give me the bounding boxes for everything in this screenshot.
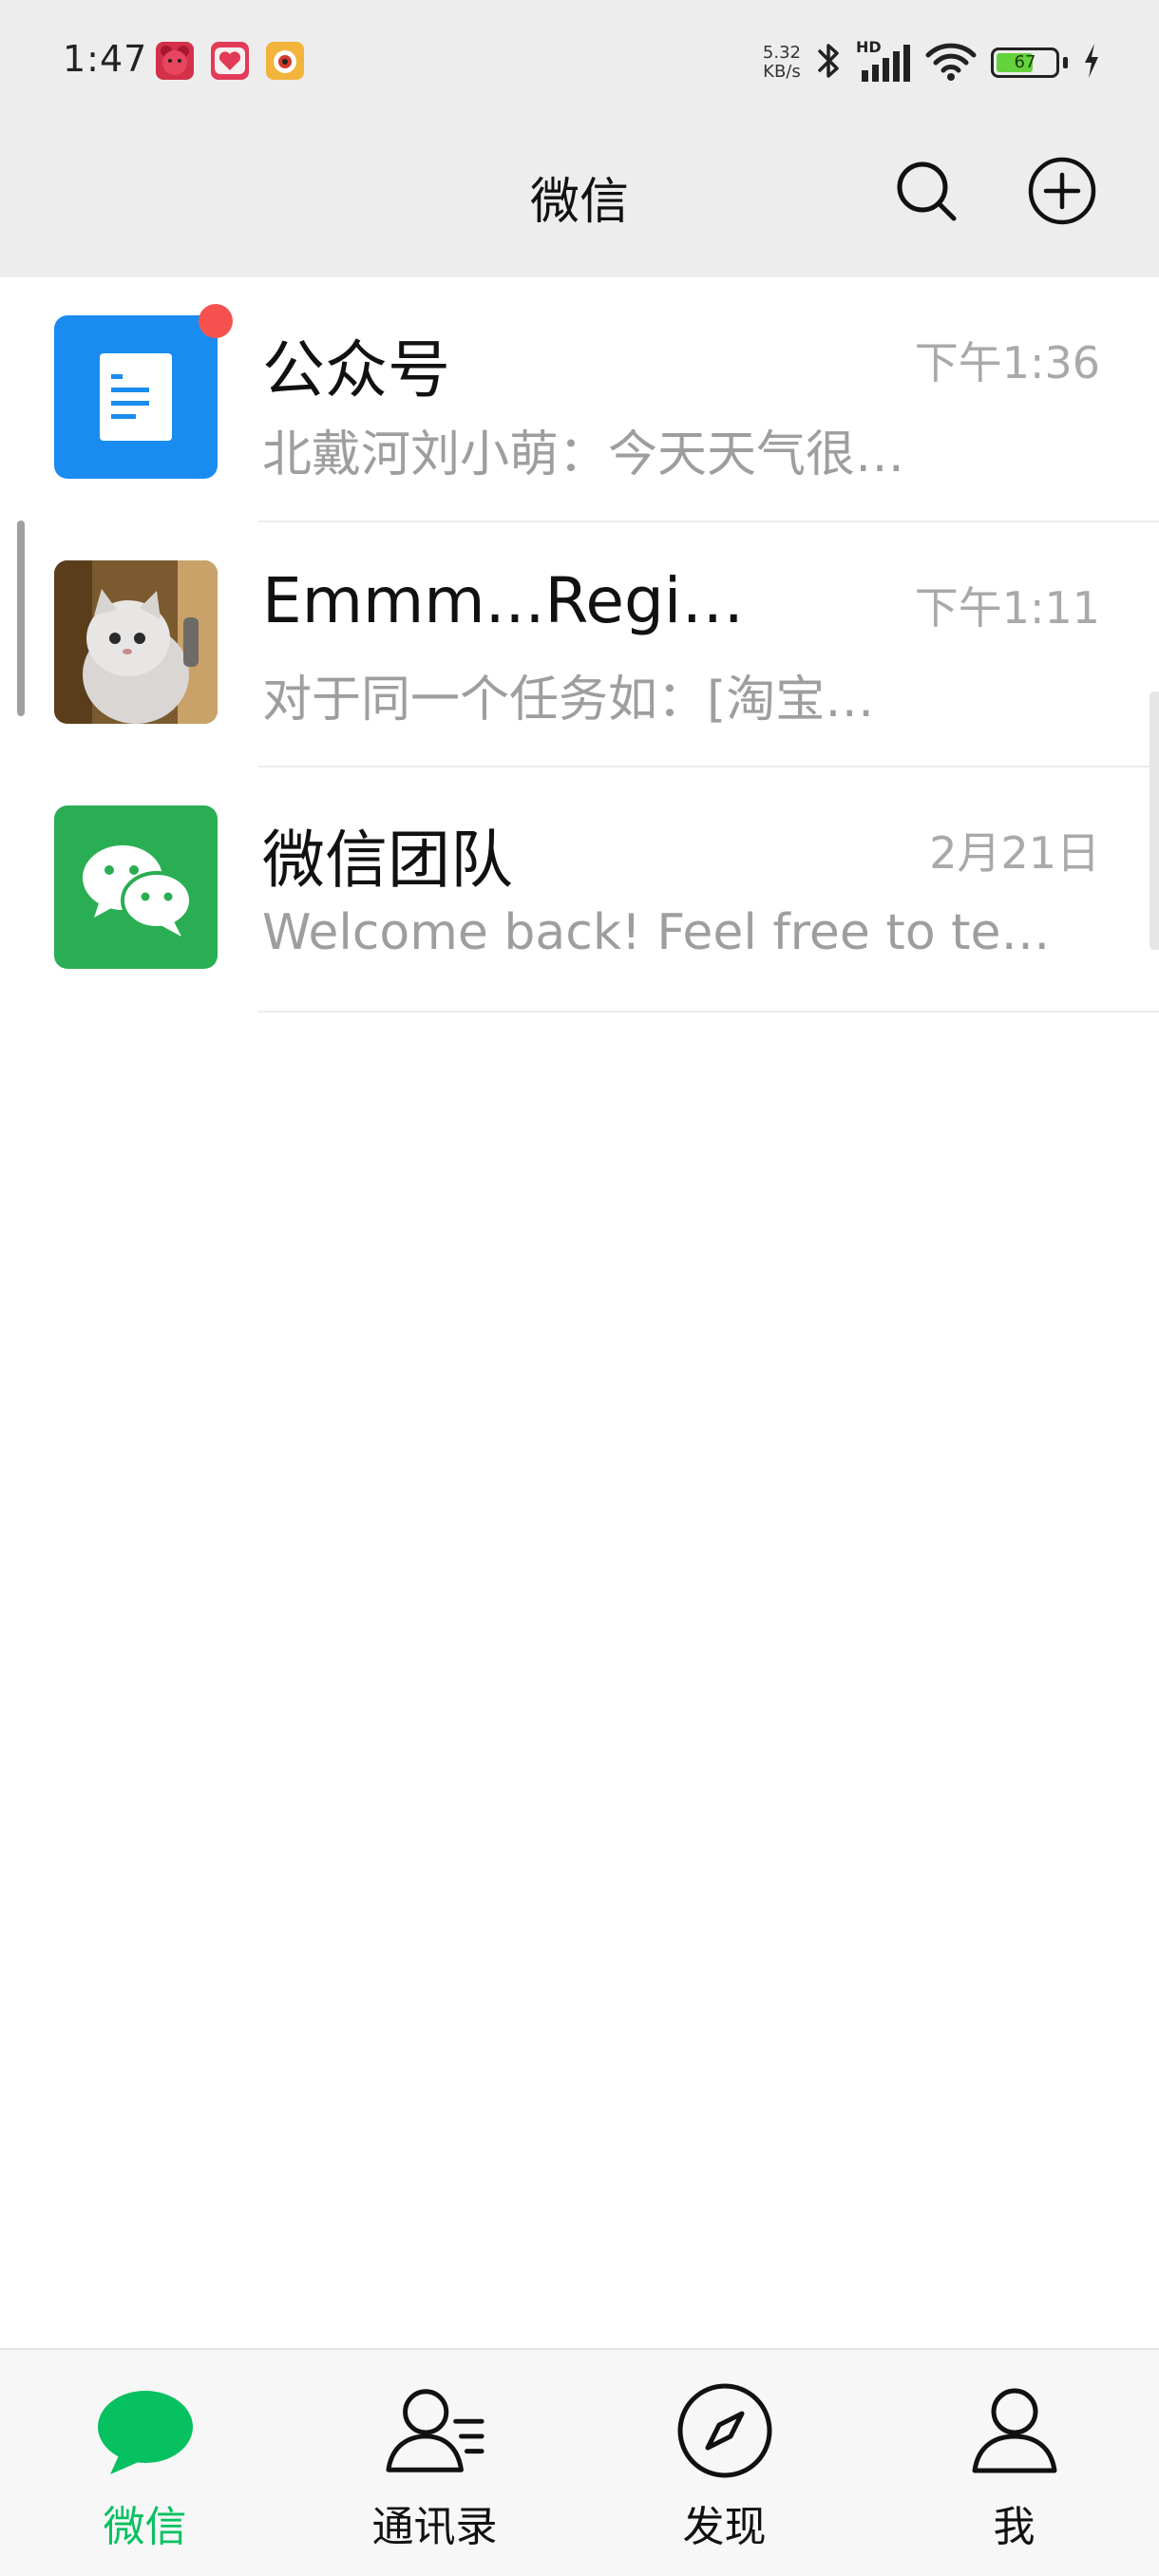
tab-label: 微信 bbox=[103, 2503, 187, 2551]
right-scroll-indicator bbox=[1150, 691, 1159, 950]
left-scroll-indicator bbox=[17, 521, 25, 716]
tab-contacts[interactable]: 通讯录 bbox=[290, 2350, 580, 2576]
avatar bbox=[54, 560, 218, 724]
wechat-logo-icon bbox=[54, 805, 218, 969]
battery-level: 67 bbox=[1014, 52, 1036, 72]
tab-chats[interactable]: 微信 bbox=[0, 2350, 290, 2576]
avatar bbox=[54, 805, 218, 969]
person-icon bbox=[962, 2378, 1067, 2483]
compass-icon bbox=[673, 2378, 777, 2483]
heart-app-icon bbox=[211, 42, 249, 80]
network-speed-value: 5.32 bbox=[762, 43, 801, 63]
chat-bubble-icon bbox=[93, 2378, 198, 2483]
tab-discover[interactable]: 发现 bbox=[580, 2350, 869, 2576]
chat-preview: Welcome back! Feel free to te… bbox=[262, 904, 1051, 961]
tab-label: 通讯录 bbox=[371, 2503, 498, 2551]
chat-row-official-accounts[interactable]: 公众号 下午1:36 北戴河刘小萌：今天天气很… bbox=[0, 277, 1159, 522]
tab-label: 我 bbox=[993, 2503, 1036, 2551]
official-accounts-icon bbox=[54, 315, 218, 479]
tab-me[interactable]: 我 bbox=[869, 2350, 1159, 2576]
chat-name: Emmm...Regi… bbox=[262, 564, 745, 637]
status-bar: 1:47 5.32 KB/s HD 67 bbox=[0, 0, 1159, 125]
bottom-tab-bar: 微信 通讯录 发现 我 bbox=[0, 2348, 1159, 2576]
signal-icon: HD bbox=[856, 38, 911, 84]
wifi-icon bbox=[924, 40, 978, 85]
search-button[interactable] bbox=[891, 158, 961, 228]
chat-name: 公众号 bbox=[262, 333, 450, 407]
unread-dot bbox=[199, 304, 233, 338]
add-button[interactable] bbox=[1027, 156, 1097, 230]
avatar bbox=[54, 304, 233, 479]
chat-row-wechat-team[interactable]: 微信团队 2月21日 Welcome back! Feel free to te… bbox=[0, 767, 1159, 1013]
chat-list: 公众号 下午1:36 北戴河刘小萌：今天天气很… Emmm...Regi… 下午… bbox=[0, 277, 1159, 1013]
tab-label: 发现 bbox=[682, 2503, 767, 2551]
contacts-icon bbox=[383, 2378, 487, 2483]
bear-app-icon bbox=[156, 42, 194, 80]
plus-circle-icon bbox=[1027, 156, 1097, 230]
charging-icon bbox=[1081, 42, 1102, 84]
network-speed-unit: KB/s bbox=[763, 62, 801, 82]
status-indicators: 5.32 KB/s HD 67 bbox=[763, 34, 1102, 91]
cat-photo-avatar bbox=[54, 560, 218, 724]
search-icon bbox=[893, 158, 960, 228]
chat-name: 微信团队 bbox=[262, 824, 513, 897]
bluetooth-icon bbox=[814, 40, 843, 85]
camera-app-icon bbox=[266, 42, 304, 80]
chat-time: 下午1:11 bbox=[914, 582, 1100, 634]
chat-preview: 对于同一个任务如：[淘宝… bbox=[262, 672, 875, 729]
top-area: 1:47 5.32 KB/s HD 67 微信 bbox=[0, 0, 1159, 277]
network-speed: 5.32 KB/s bbox=[763, 44, 801, 82]
battery-cap bbox=[1063, 57, 1068, 68]
chat-preview: 北戴河刘小萌：今天天气很… bbox=[262, 426, 905, 483]
chat-row-emmm[interactable]: Emmm...Regi… 下午1:11 对于同一个任务如：[淘宝… bbox=[0, 522, 1159, 767]
chat-time: 下午1:36 bbox=[914, 337, 1100, 388]
status-time: 1:47 bbox=[63, 38, 148, 80]
divider bbox=[258, 1011, 1159, 1013]
page-title: 微信 bbox=[529, 174, 629, 231]
battery-icon: 67 bbox=[991, 47, 1059, 78]
chat-time: 2月21日 bbox=[929, 827, 1100, 879]
